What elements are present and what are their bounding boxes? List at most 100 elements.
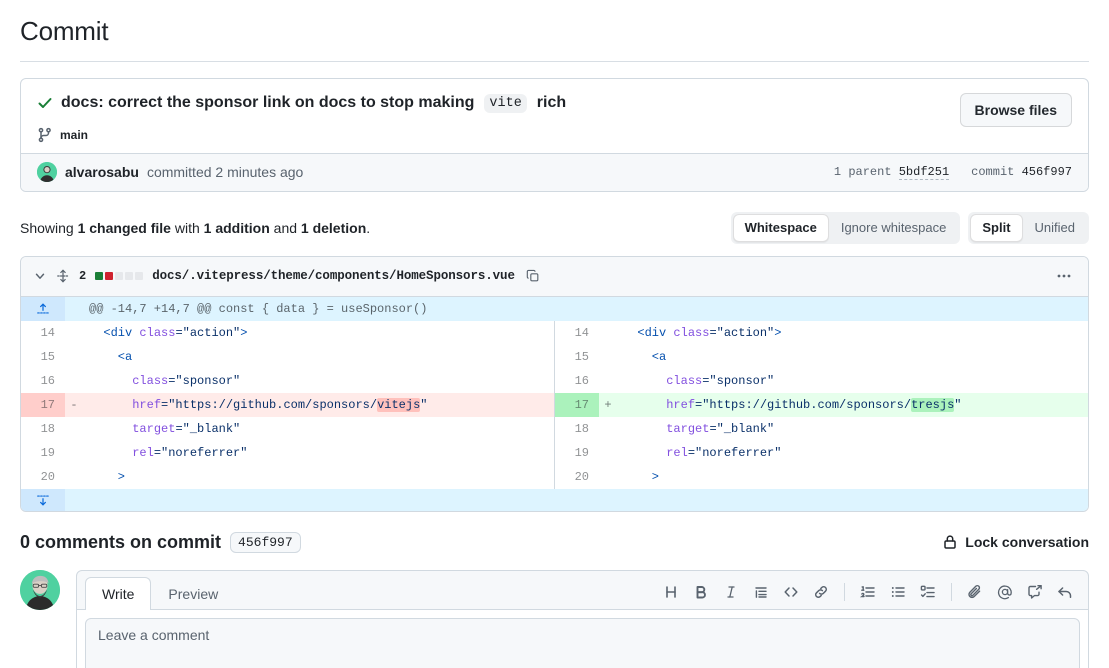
- unordered-list-icon[interactable]: [883, 581, 913, 603]
- attach-file-icon[interactable]: [960, 581, 990, 603]
- line-sign-left: [65, 441, 83, 465]
- line-number-right: 20: [574, 469, 589, 484]
- expand-up-icon[interactable]: [21, 296, 65, 321]
- line-code-left: <div class="action">: [89, 325, 248, 340]
- line-code-right: target="_blank": [666, 421, 775, 436]
- line-code-left: class="sponsor": [132, 373, 241, 388]
- code-icon[interactable]: [776, 581, 806, 603]
- italic-icon[interactable]: [716, 581, 746, 603]
- commit-page: Commit docs: correct the sponsor link on…: [0, 0, 1109, 668]
- showing-changed-file: 1 changed file: [77, 219, 171, 236]
- line-number-left: 17: [21, 392, 65, 417]
- browse-files-button[interactable]: Browse files: [959, 93, 1072, 127]
- avatar[interactable]: [37, 162, 57, 183]
- lock-icon: [942, 534, 958, 550]
- showing-deletions: 1 deletion: [300, 219, 367, 236]
- line-number-left: 19: [40, 445, 55, 460]
- composer-tabs: Write Preview: [76, 569, 1089, 610]
- avatar[interactable]: [20, 569, 60, 610]
- commit-meta: alvarosabu committed 2 minutes ago 1 par…: [21, 152, 1088, 191]
- line-code-right: class="sponsor": [666, 373, 775, 388]
- diff-row-context: 15 <a 15 <a: [21, 344, 1088, 369]
- diff-expand-bottom-row: [21, 488, 1088, 511]
- commit-sha[interactable]: 456f997: [1022, 165, 1072, 179]
- line-sign-left: -: [65, 392, 83, 417]
- line-number-left: 20: [40, 469, 55, 484]
- comments-title: 0 comments on commit 456f997: [20, 531, 301, 553]
- ignore-whitespace-button[interactable]: Ignore whitespace: [829, 214, 959, 242]
- toolbar-divider: [951, 582, 952, 601]
- line-number-right: 17: [555, 392, 599, 417]
- diff-row-context: 20 > 20 >: [21, 464, 1088, 489]
- copy-icon[interactable]: [526, 269, 540, 283]
- heading-icon[interactable]: [656, 581, 686, 603]
- diff-row-context: 18 target="_blank" 18 target="_blank": [21, 416, 1088, 441]
- line-code-left: target="_blank": [132, 421, 241, 436]
- composer-body: [76, 609, 1089, 668]
- file-path[interactable]: docs/.vitepress/theme/components/HomeSpo…: [152, 269, 515, 283]
- diff-hunk-header-text: @@ -14,7 +14,7 @@ const { data } = useSp…: [83, 296, 1088, 321]
- quote-icon[interactable]: [746, 581, 776, 603]
- deleted-token: vitejs: [377, 397, 421, 412]
- unified-view-button[interactable]: Unified: [1023, 214, 1087, 242]
- branch-row[interactable]: main: [37, 127, 948, 143]
- title-divider: [20, 61, 1089, 62]
- task-list-icon[interactable]: [913, 581, 943, 603]
- whitespace-toggle-group: Whitespace Ignore whitespace: [730, 211, 961, 244]
- line-code-right: <div class="action">: [623, 325, 782, 340]
- line-number-left: 14: [40, 325, 55, 340]
- expand-lines-icon[interactable]: [56, 269, 70, 283]
- diff-view-controls: Whitespace Ignore whitespace Split Unifi…: [730, 211, 1089, 244]
- diff-hunk-header-row: @@ -14,7 +14,7 @@ const { data } = useSp…: [21, 296, 1088, 321]
- commit-title: docs: correct the sponsor link on docs t…: [37, 93, 948, 114]
- showing-prefix: Showing: [20, 219, 74, 236]
- line-code-left: rel="noreferrer": [132, 445, 248, 460]
- line-code-right: >: [623, 469, 660, 484]
- tab-preview[interactable]: Preview: [151, 577, 235, 610]
- commit-label: commit: [971, 165, 1015, 180]
- diff-row-change: 17 - href="https://github.com/sponsors/v…: [21, 392, 1088, 417]
- expand-down-icon[interactable]: [21, 488, 65, 511]
- line-sign-left: [65, 345, 83, 369]
- commit-message-code: vite: [484, 93, 527, 114]
- link-icon[interactable]: [806, 581, 836, 603]
- line-number-left: 18: [40, 421, 55, 436]
- author-name[interactable]: alvarosabu: [65, 164, 139, 180]
- line-sign-right: +: [599, 392, 617, 417]
- comment-composer-row: Write Preview: [20, 569, 1089, 668]
- sha-block: 1 parent 5bdf251 commit 456f997: [834, 165, 1072, 181]
- line-number-right: 15: [574, 349, 589, 364]
- ordered-list-icon[interactable]: [853, 581, 883, 603]
- line-number-left: 16: [40, 373, 55, 388]
- parent-sha[interactable]: 5bdf251: [898, 165, 950, 181]
- markdown-toolbar: [656, 581, 1080, 609]
- line-number-right: 16: [574, 373, 589, 388]
- commit-message-text: docs: correct the sponsor link on docs t…: [61, 94, 475, 111]
- line-sign-left: [65, 369, 83, 393]
- saved-replies-icon[interactable]: [1020, 581, 1050, 603]
- comments-count-label: 0 comments on commit: [20, 531, 222, 552]
- reply-icon[interactable]: [1050, 581, 1080, 603]
- line-sign-right: [599, 465, 617, 489]
- mention-icon[interactable]: [990, 581, 1020, 603]
- line-number-right: 14: [574, 325, 589, 340]
- chevron-down-icon[interactable]: [33, 269, 47, 283]
- whitespace-button[interactable]: Whitespace: [732, 213, 829, 242]
- bold-icon[interactable]: [686, 581, 716, 603]
- showing-summary: Showing 1 changed file with 1 addition a…: [20, 220, 370, 236]
- diff-row-context: 16 class="sponsor" 16 class="sponsor": [21, 368, 1088, 393]
- line-code-right: rel="noreferrer": [666, 445, 782, 460]
- comments-commit-sha[interactable]: 456f997: [230, 531, 301, 553]
- page-title: Commit: [20, 16, 109, 46]
- diff-stat-blocks: [95, 272, 144, 281]
- split-view-button[interactable]: Split: [970, 213, 1023, 242]
- comment-input[interactable]: [85, 617, 1080, 668]
- kebab-menu-icon[interactable]: [1050, 266, 1078, 286]
- lock-conversation-button[interactable]: Lock conversation: [942, 534, 1089, 550]
- tab-write[interactable]: Write: [85, 576, 152, 610]
- commit-card: docs: correct the sponsor link on docs t…: [20, 78, 1089, 192]
- commit-message-tail: rich: [536, 94, 567, 111]
- diff-row-context: 19 rel="noreferrer" 19 rel="noreferrer": [21, 440, 1088, 465]
- parent-info: 1 parent 5bdf251: [834, 165, 950, 181]
- line-sign-left: [65, 465, 83, 489]
